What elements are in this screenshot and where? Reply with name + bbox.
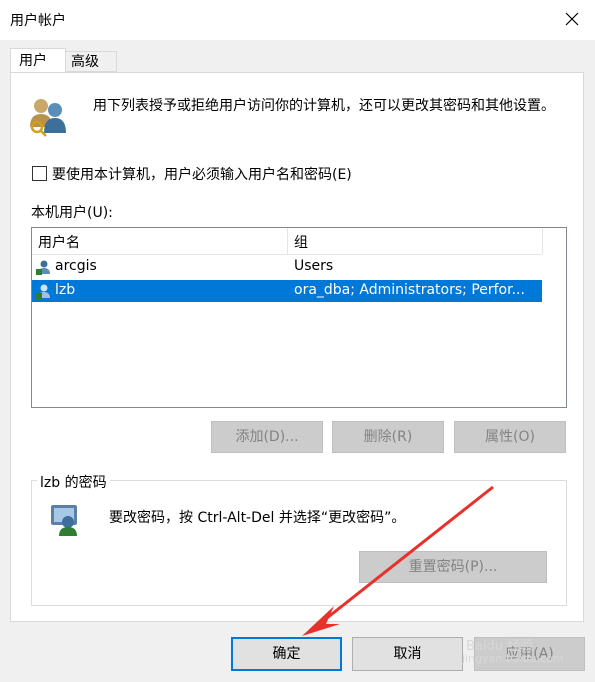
- tab-users[interactable]: 用户: [10, 48, 66, 72]
- user-icon: [36, 284, 50, 299]
- users-tab-panel: 用下列表授予或拒绝用户访问你的计算机，还可以更改其密码和其他设置。 要使用本计算…: [10, 72, 584, 622]
- close-icon: [565, 12, 579, 26]
- column-header-username-label: 用户名: [38, 235, 80, 251]
- row-group: ora_dba; Administrators; Perfor...: [294, 282, 525, 298]
- table-row-arcgis[interactable]: arcgis Users: [32, 256, 542, 278]
- row-username: lzb: [55, 282, 76, 298]
- password-message: 要改密码，按 Ctrl-Alt-Del 并选择“更改密码”。: [109, 510, 406, 526]
- watermark-url: jingyan.baidu.com: [462, 652, 564, 665]
- tab-advanced[interactable]: 高级: [66, 51, 117, 72]
- column-header-username[interactable]: 用户名: [32, 228, 288, 254]
- column-header-group-label: 组: [294, 235, 308, 251]
- close-button[interactable]: [556, 4, 588, 34]
- intro-text: 用下列表授予或拒绝用户访问你的计算机，还可以更改其密码和其他设置。: [93, 98, 555, 114]
- users-keys-icon: [30, 99, 66, 137]
- row-group: Users: [294, 258, 334, 274]
- row-username: arcgis: [55, 258, 97, 274]
- table-row-lzb[interactable]: lzb ora_dba; Administrators; Perfor...: [32, 280, 542, 302]
- password-groupbox: [31, 480, 567, 606]
- ok-button[interactable]: 确定: [231, 637, 342, 671]
- title-bar: 用户帐户: [0, 0, 595, 40]
- require-password-checkbox[interactable]: [32, 166, 47, 181]
- local-users-label: 本机用户(U):: [31, 205, 113, 221]
- column-header-group[interactable]: 组: [288, 228, 543, 254]
- list-header: 用户名 组: [32, 228, 543, 255]
- properties-button[interactable]: 属性(O): [454, 421, 566, 453]
- remove-user-button[interactable]: 删除(R): [332, 421, 444, 453]
- user-password-icon: [51, 505, 77, 536]
- require-password-label[interactable]: 要使用本计算机，用户必须输入用户名和密码(E): [52, 164, 352, 184]
- reset-password-button[interactable]: 重置密码(P)...: [359, 551, 547, 583]
- password-group-title: lzb 的密码: [37, 472, 110, 492]
- window-title: 用户帐户: [10, 13, 66, 29]
- user-icon: [36, 260, 50, 275]
- add-user-button[interactable]: 添加(D)...: [211, 421, 323, 453]
- cancel-button[interactable]: 取消: [352, 637, 463, 671]
- users-listview[interactable]: 用户名 组 arcgis Users lzb ora_dba; Administ…: [31, 227, 567, 408]
